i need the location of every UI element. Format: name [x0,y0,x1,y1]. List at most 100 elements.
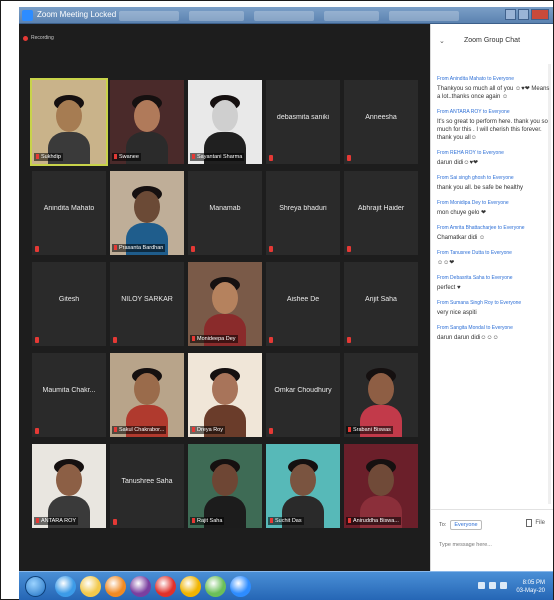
participant-tile[interactable]: Srabani Biswas [344,353,418,437]
chat-message: From Sangita Mondal to Everyone darun dar… [437,325,551,342]
participant-tile[interactable]: Gitesh [32,262,106,346]
participant-tile[interactable]: Dreya Roy [188,353,262,437]
explorer-icon[interactable] [80,576,101,597]
background-window-tab[interactable] [254,11,314,21]
chat-message-sender[interactable]: From REHA ROY to Everyone [437,150,551,157]
participant-tile[interactable]: Shreya bhaduri [266,171,340,255]
participant-tile[interactable]: Rajit Saha [188,444,262,528]
chat-message: From REHA ROY to Everyone darun didi☺♥❤ [437,150,551,167]
mic-muted-icon [114,427,117,432]
participant-tile[interactable]: Aishee De [266,262,340,346]
window-title-bar[interactable]: Zoom Meeting Locked [19,7,553,24]
participant-video [266,444,340,528]
mic-muted-icon [192,518,195,523]
participant-tile[interactable]: Anneesha [344,80,418,164]
participant-name: Rajit Saha [197,518,223,524]
participant-name: Aniruddha Biswa... [353,518,399,524]
chat-message-text: perfect ♥ [437,285,461,291]
participant-tile[interactable]: Abhrajit Haider [344,171,418,255]
clock[interactable]: 8:05 PM 03-May-20 [516,579,545,595]
mic-muted-icon [192,336,195,341]
start-button[interactable] [25,576,46,597]
participant-tile[interactable]: Suchit Das [266,444,340,528]
participant-tile[interactable]: Aniruddha Biswa... [344,444,418,528]
chat-message-text: It's so great to perform here. thank you… [437,119,548,141]
chat-message-sender[interactable]: From Monidipa Dey to Everyone [437,200,551,207]
participant-tile[interactable]: Prasanta Bardhan [110,171,184,255]
participant-tile[interactable]: Sayantani Sharma [188,80,262,164]
participant-name: Abhrajit Haider [357,205,405,212]
chrome-icon[interactable] [180,576,201,597]
mic-muted-icon [113,337,117,343]
participant-tile[interactable]: Tanushree Saha [110,444,184,528]
opera-icon[interactable] [155,576,176,597]
flag-icon[interactable] [500,582,507,589]
participant-name: debasmita saniki [276,114,330,121]
chat-message-text: Thankyou so much all of you ☺♥❤ Means a … [437,86,550,100]
mic-muted-icon [114,154,117,159]
chat-message-sender[interactable]: From Sai singh ghosh to Everyone [437,175,551,182]
participant-tile[interactable]: debasmita saniki [266,80,340,164]
participant-tile[interactable]: Maumita Chakr... [32,353,106,437]
participant-tile[interactable]: Manamab [188,171,262,255]
network-icon[interactable] [478,582,485,589]
participant-tile[interactable]: Monideepa Dey [188,262,262,346]
background-window-tab[interactable] [119,11,179,21]
participant-tile[interactable]: NILOY SARKAR [110,262,184,346]
chat-title: Zoom Group Chat [463,37,521,44]
participant-tile[interactable]: Arijit Saha [344,262,418,346]
chat-message: From Debasrita Saha to Everyone perfect ♥ [437,275,551,292]
background-window-tab[interactable] [189,11,244,21]
participant-tile[interactable]: Sukhdip [30,78,108,166]
volume-icon[interactable] [489,582,496,589]
chat-message-sender[interactable]: From Tanusree Dutta to Everyone [437,250,551,257]
participant-name: Manamab [209,205,241,212]
chat-message-sender[interactable]: From ANTARA ROY to Everyone [437,109,551,116]
media-icon[interactable] [105,576,126,597]
mic-muted-icon [348,518,351,523]
chat-messages: From Anindita Mahato to Everyone Thankyou… [437,76,551,350]
document-icon [526,519,533,527]
background-window-tab[interactable] [324,11,379,21]
participant-tile[interactable]: Anindita Mahato [32,171,106,255]
zoom-icon[interactable] [230,576,251,597]
mail-icon[interactable] [130,576,151,597]
mic-muted-icon [270,518,273,523]
file-button[interactable]: File [526,519,545,527]
chat-message-sender[interactable]: From Anindita Mahato to Everyone [437,76,551,83]
chat-message-sender[interactable]: From Debasrita Saha to Everyone [437,275,551,282]
chat-message-sender[interactable]: From Sangita Mondal to Everyone [437,325,551,332]
mic-muted-icon [35,337,39,343]
mic-muted-icon [192,427,195,432]
recipient-row: To: Everyone [439,520,482,530]
participant-tile[interactable]: Omkar Choudhury [266,353,340,437]
chat-message-input[interactable] [439,538,547,552]
participant-tile[interactable]: ANTARA ROY [32,444,106,528]
ie-icon[interactable] [55,576,76,597]
participant-name: Swanee [119,154,139,160]
close-button[interactable] [531,9,549,20]
system-tray [478,582,507,589]
participant-name: Prasanta Bardhan [119,245,164,251]
participant-video [188,353,262,437]
chat-message-sender[interactable]: From Sumana Singh Roy to Everyone [437,300,551,307]
chat-panel: ⌄ Zoom Group Chat From Anindita Mahato t… [430,24,553,571]
chat-message-text: Chamatkar didi ☺ [437,235,486,241]
participant-video [110,171,184,255]
participant-name: Dreya Roy [197,427,223,433]
participant-tile[interactable]: Swanee [110,80,184,164]
mic-muted-icon [347,155,351,161]
participant-video [188,444,262,528]
maximize-button[interactable] [518,9,529,20]
paint-icon[interactable] [205,576,226,597]
recipient-dropdown[interactable]: Everyone [450,520,482,530]
chat-message-text: very nice aspiti [437,310,477,316]
mic-muted-icon [269,155,273,161]
minimize-button[interactable] [505,9,516,20]
clock-date: 03-May-20 [516,588,545,594]
chat-message-sender[interactable]: From Amrita Bhattacharjee to Everyone [437,225,551,232]
participant-name-label: Sakul Chakrabor... [112,426,167,434]
chat-message: From Anindita Mahato to Everyone Thankyou… [437,76,551,101]
participant-tile[interactable]: Sakul Chakrabor... [110,353,184,437]
background-window-tab[interactable] [389,11,459,21]
